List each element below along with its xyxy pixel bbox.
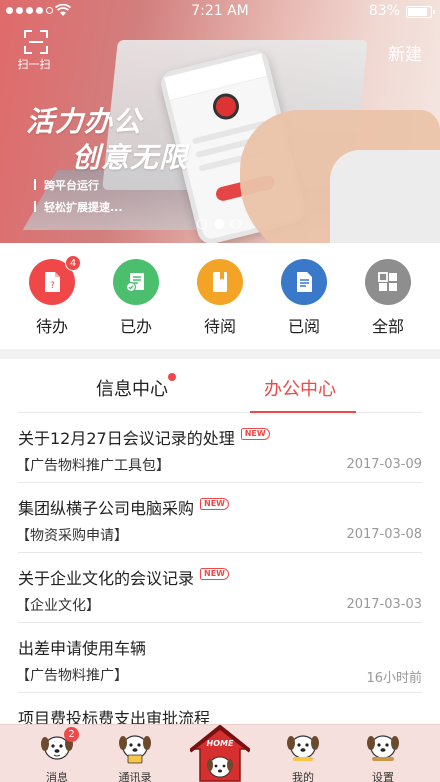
quick-action-todo[interactable]: ? 4 待办	[12, 255, 92, 337]
main-content: 信息中心 办公中心 关于12月27日会议记录的处理 NEW 【广告物料推广工具包】…	[0, 359, 440, 724]
new-badge: NEW	[200, 498, 229, 510]
grid-icon	[365, 259, 411, 305]
dog-contacts-icon	[117, 729, 153, 765]
item-date: 2017-03-03	[346, 597, 422, 612]
tab-info-center[interactable]: 信息中心	[96, 373, 176, 401]
to-read-icon	[197, 259, 243, 305]
tabbar-contacts[interactable]: 通讯录	[100, 729, 170, 782]
banner-sleeve	[330, 150, 440, 243]
list-item[interactable]: 出差申请使用车辆 【广告物料推广】 16小时前	[16, 623, 422, 693]
battery-percent: 83%	[368, 3, 400, 19]
quick-action-read[interactable]: 已阅	[264, 259, 344, 337]
banner-bullet-1: 跨平台运行	[34, 177, 99, 193]
read-icon	[281, 259, 327, 305]
item-category: 【企业文化】	[16, 598, 100, 614]
carousel-dot[interactable]	[197, 219, 207, 229]
bottom-tab-bar: 2 消息 通讯录 HOME 我的 设置	[0, 724, 440, 782]
tabbar-label: 设置	[372, 771, 394, 782]
quick-action-label: 待阅	[203, 317, 236, 336]
svg-text:?: ?	[50, 281, 55, 291]
dog-settings-icon	[365, 729, 401, 765]
item-category: 【广告物料推广工具包】	[16, 458, 170, 474]
tabbar-home[interactable]: HOME	[188, 724, 252, 782]
item-title: 出差申请使用车辆	[18, 639, 147, 658]
dog-mine-icon	[285, 729, 321, 765]
tab-office-center[interactable]: 办公中心	[264, 375, 336, 401]
banner-slogan-2: 创意无限	[72, 141, 189, 174]
banner-slogan-1: 活力办公	[26, 105, 143, 138]
tabbar-mine[interactable]: 我的	[268, 729, 338, 782]
quick-action-to-read[interactable]: 待阅	[180, 259, 260, 337]
home-label: HOME	[206, 739, 234, 748]
new-button[interactable]: 新建	[388, 40, 422, 65]
scan-button[interactable]: 扫一扫	[18, 30, 54, 72]
tab-label: 办公中心	[264, 379, 336, 400]
tabbar-label: 通讯录	[118, 771, 152, 782]
scan-label: 扫一扫	[17, 58, 51, 71]
scan-icon	[24, 30, 48, 54]
banner-bullet-2: 轻松扩展提速...	[34, 199, 123, 215]
banner-carousel[interactable]: 活力办公 创意无限 跨平台运行 轻松扩展提速... 扫一扫 新建	[0, 0, 440, 243]
item-title: 关于企业文化的会议记录 NEW	[18, 565, 229, 589]
new-badge: NEW	[240, 428, 270, 440]
quick-action-all[interactable]: 全部	[348, 259, 428, 337]
tab-label: 信息中心	[96, 379, 168, 400]
tabbar-label: 我的	[292, 771, 314, 782]
item-date: 16小时前	[366, 671, 422, 686]
item-title: 关于12月27日会议记录的处理 NEW	[18, 425, 270, 449]
item-title: 项目费投标费支出审批流程	[18, 709, 211, 724]
item-date: 2017-03-09	[346, 457, 422, 472]
item-date: 2017-03-08	[346, 527, 422, 542]
quick-action-label: 全部	[371, 317, 404, 336]
unread-dot	[168, 373, 176, 381]
carousel-dot[interactable]	[231, 219, 241, 229]
dog-messages-icon: 2	[39, 727, 79, 765]
item-title: 集团纵横子公司电脑采购 NEW	[18, 495, 229, 519]
todo-badge: 4	[65, 255, 81, 271]
status-bar: 7:21 AM 83%	[0, 0, 440, 24]
list-item[interactable]: 关于12月27日会议记录的处理 NEW 【广告物料推广工具包】 2017-03-0…	[16, 413, 422, 483]
list-item[interactable]: 项目费投标费支出审批流程	[18, 693, 422, 724]
quick-actions: ? 4 待办 已办 待阅 已阅 全部	[0, 243, 440, 349]
battery-icon	[406, 6, 435, 18]
todo-icon: ? 4	[29, 255, 81, 305]
list-item[interactable]: 关于企业文化的会议记录 NEW 【企业文化】 2017-03-03	[16, 553, 422, 623]
new-badge: NEW	[200, 568, 229, 580]
center-tabs: 信息中心 办公中心	[18, 359, 422, 413]
messages-badge: 2	[64, 727, 79, 742]
list-item[interactable]: 集团纵横子公司电脑采购 NEW 【物资采购申请】 2017-03-08	[16, 483, 422, 553]
quick-action-done[interactable]: 已办	[96, 259, 176, 337]
done-icon	[113, 259, 159, 305]
carousel-dot-active[interactable]	[214, 219, 224, 229]
tabbar-label: 消息	[46, 771, 68, 782]
quick-action-label: 已办	[119, 317, 152, 336]
quick-action-label: 待办	[35, 317, 68, 336]
tabbar-settings[interactable]: 设置	[348, 729, 418, 782]
tabbar-messages[interactable]: 2 消息	[22, 727, 92, 782]
home-doghouse-icon	[188, 724, 252, 782]
carousel-dots	[197, 219, 241, 229]
item-category: 【物资采购申请】	[16, 528, 128, 544]
quick-action-label: 已阅	[287, 317, 320, 336]
item-category: 【广告物料推广】	[16, 668, 128, 684]
